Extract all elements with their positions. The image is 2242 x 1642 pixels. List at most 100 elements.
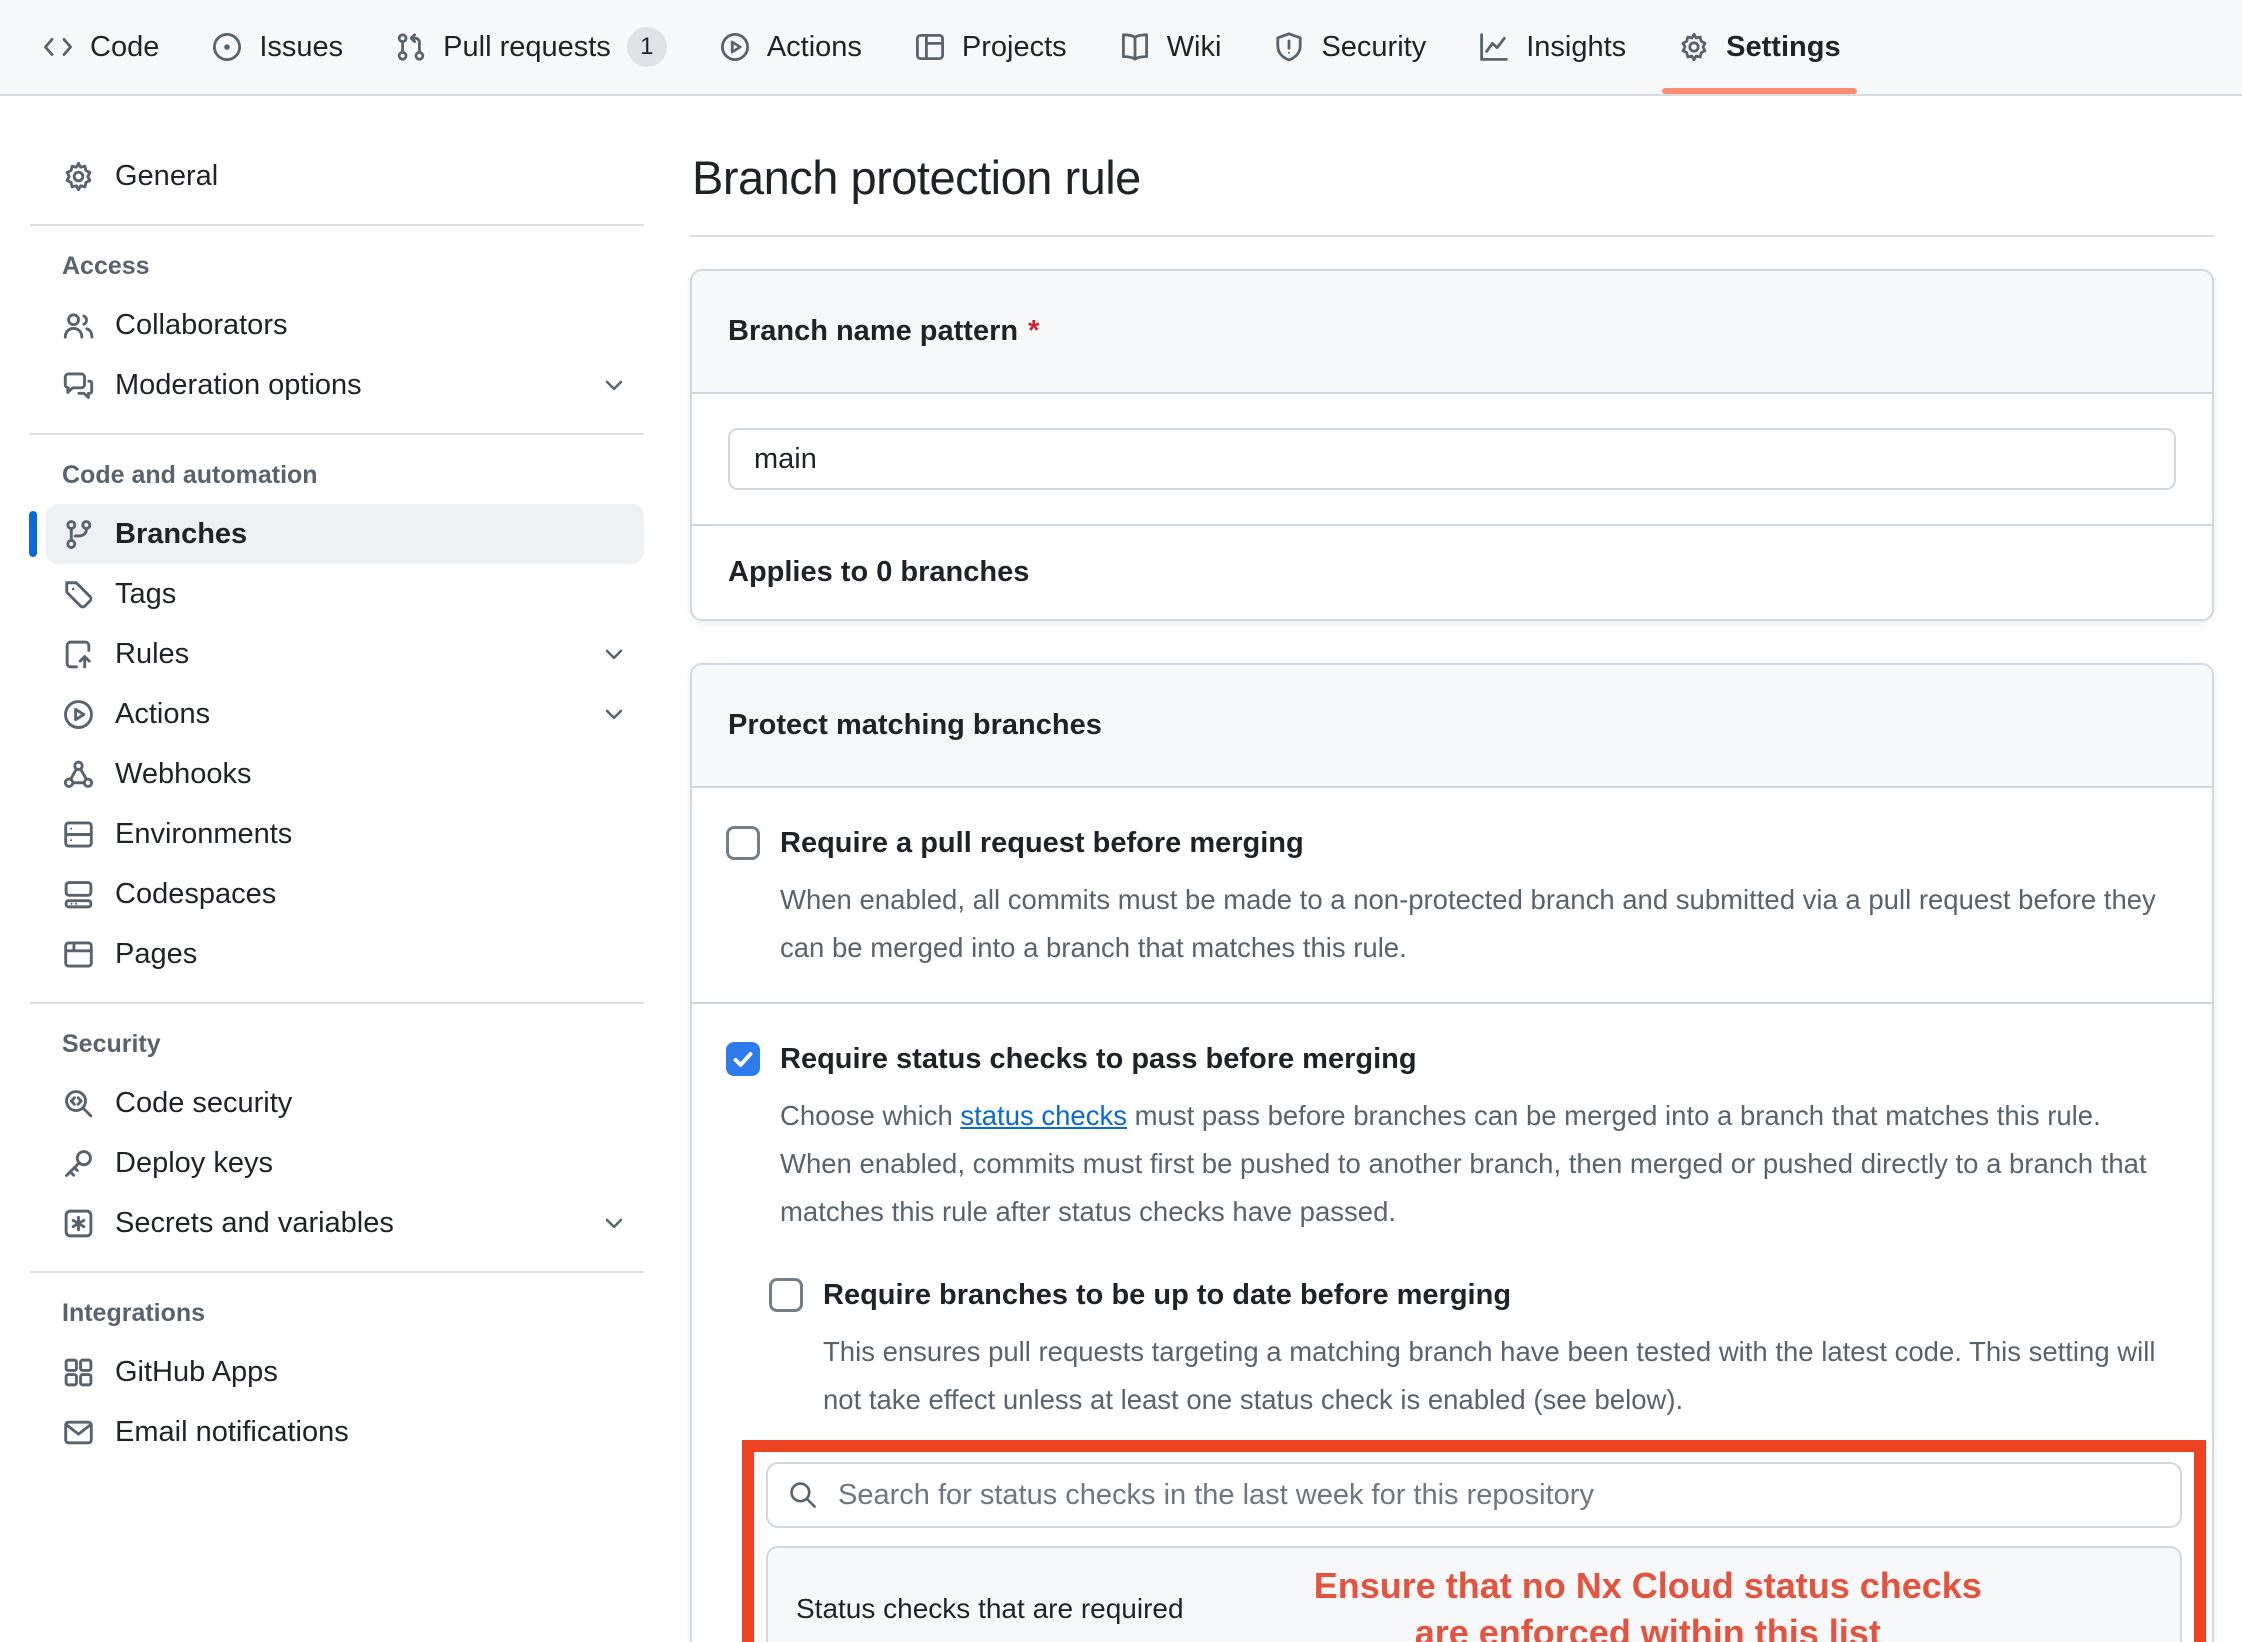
sidebar-section-security: Security bbox=[62, 1030, 644, 1059]
rule-require-status-checks: Require status checks to pass before mer… bbox=[692, 1004, 2212, 1642]
tab-label: Pull requests bbox=[443, 31, 611, 64]
tab-label: Security bbox=[1321, 31, 1426, 64]
sidebar-item-label: Branches bbox=[115, 518, 247, 551]
people-icon bbox=[62, 309, 95, 342]
tab-pull-requests[interactable]: Pull requests 1 bbox=[369, 0, 693, 94]
gear-icon bbox=[1678, 31, 1710, 63]
chevron-down-icon bbox=[600, 1209, 628, 1237]
sidebar-item-label: Secrets and variables bbox=[115, 1207, 394, 1240]
graph-icon bbox=[1478, 31, 1510, 63]
key-icon bbox=[62, 1147, 95, 1180]
sidebar-item-deploy-keys[interactable]: Deploy keys bbox=[46, 1133, 644, 1193]
divider bbox=[690, 235, 2214, 237]
sidebar-item-environments[interactable]: Environments bbox=[46, 804, 644, 864]
settings-sidebar: General Access Collaborators Moderation … bbox=[0, 96, 658, 1642]
branch-name-pattern-card: Branch name pattern* Applies to 0 branch… bbox=[690, 269, 2214, 621]
tab-settings[interactable]: Settings bbox=[1652, 0, 1866, 94]
tab-actions[interactable]: Actions bbox=[693, 0, 888, 94]
status-check-search-input[interactable] bbox=[836, 1478, 2160, 1513]
sidebar-item-label: Pages bbox=[115, 938, 197, 971]
sidebar-item-actions[interactable]: Actions bbox=[46, 684, 644, 744]
description-text: Choose which bbox=[780, 1100, 960, 1131]
branch-name-pattern-label: Branch name pattern bbox=[728, 315, 1018, 347]
sidebar-item-label: Tags bbox=[115, 578, 176, 611]
sidebar-item-branches[interactable]: Branches bbox=[46, 504, 644, 564]
shield-icon bbox=[1273, 31, 1305, 63]
tab-label: Issues bbox=[259, 31, 343, 64]
tab-code[interactable]: Code bbox=[16, 0, 185, 94]
repo-tab-bar: Code Issues Pull requests 1 Actions Pr bbox=[0, 0, 2242, 96]
sidebar-item-label: Moderation options bbox=[115, 369, 362, 402]
status-check-search[interactable] bbox=[766, 1462, 2182, 1528]
sidebar-item-general[interactable]: General bbox=[46, 146, 644, 206]
sidebar-item-tags[interactable]: Tags bbox=[46, 564, 644, 624]
webhook-icon bbox=[62, 758, 95, 791]
sidebar-item-code-security[interactable]: Code security bbox=[46, 1073, 644, 1133]
sidebar-item-webhooks[interactable]: Webhooks bbox=[46, 744, 644, 804]
pull-requests-count-badge: 1 bbox=[627, 27, 667, 67]
divider bbox=[30, 1002, 644, 1004]
comment-discussion-icon bbox=[62, 369, 95, 402]
protect-matching-branches-card: Protect matching branches Require a pull… bbox=[690, 663, 2214, 1642]
require-status-checks-checkbox[interactable] bbox=[726, 1042, 760, 1076]
require-up-to-date-checkbox[interactable] bbox=[769, 1278, 803, 1312]
tab-projects[interactable]: Projects bbox=[888, 0, 1093, 94]
tab-wiki[interactable]: Wiki bbox=[1093, 0, 1248, 94]
annotation-line-1: Ensure that no Nx Cloud status checks bbox=[1314, 1565, 1982, 1606]
code-icon bbox=[42, 31, 74, 63]
sidebar-item-email-notifications[interactable]: Email notifications bbox=[46, 1402, 644, 1462]
browser-icon bbox=[62, 938, 95, 971]
tab-label: Insights bbox=[1526, 31, 1626, 64]
tab-label: Wiki bbox=[1167, 31, 1222, 64]
rule-description: Choose which status checks must pass bef… bbox=[780, 1092, 2178, 1236]
sidebar-item-moderation-options[interactable]: Moderation options bbox=[46, 355, 644, 415]
sidebar-item-label: General bbox=[115, 160, 218, 193]
tab-issues[interactable]: Issues bbox=[185, 0, 369, 94]
tab-label: Actions bbox=[767, 31, 862, 64]
tab-label: Projects bbox=[962, 31, 1067, 64]
table-icon bbox=[914, 31, 946, 63]
annotation-line-2: are enforced within this list bbox=[1415, 1612, 1881, 1642]
rule-description: This ensures pull requests targeting a m… bbox=[823, 1328, 2178, 1424]
sidebar-item-github-apps[interactable]: GitHub Apps bbox=[46, 1342, 644, 1402]
sidebar-item-label: Environments bbox=[115, 818, 292, 851]
code-security-icon bbox=[62, 1087, 95, 1120]
annotation-text: Ensure that no Nx Cloud status checks ar… bbox=[1184, 1562, 2152, 1642]
branch-name-pattern-input[interactable] bbox=[728, 428, 2176, 490]
book-icon bbox=[1119, 31, 1151, 63]
rules-icon bbox=[62, 638, 95, 671]
chevron-down-icon bbox=[600, 371, 628, 399]
rule-title: Require a pull request before merging bbox=[780, 824, 2178, 862]
sidebar-item-label: Webhooks bbox=[115, 758, 252, 791]
git-branch-icon bbox=[62, 518, 95, 551]
sidebar-section-access: Access bbox=[62, 252, 644, 281]
server-icon bbox=[62, 818, 95, 851]
git-pull-request-icon bbox=[395, 31, 427, 63]
sidebar-item-label: GitHub Apps bbox=[115, 1356, 278, 1389]
tab-insights[interactable]: Insights bbox=[1452, 0, 1652, 94]
tab-security[interactable]: Security bbox=[1247, 0, 1452, 94]
tab-label: Settings bbox=[1726, 31, 1840, 64]
require-pull-request-checkbox[interactable] bbox=[726, 826, 760, 860]
annotation-highlight-box: Status checks that are required Ensure t… bbox=[742, 1440, 2206, 1642]
divider bbox=[30, 224, 644, 226]
sidebar-item-label: Collaborators bbox=[115, 309, 287, 342]
sidebar-item-label: Rules bbox=[115, 638, 189, 671]
sidebar-item-rules[interactable]: Rules bbox=[46, 624, 644, 684]
sidebar-item-codespaces[interactable]: Codespaces bbox=[46, 864, 644, 924]
asterisk-box-icon bbox=[62, 1207, 95, 1240]
divider bbox=[30, 433, 644, 435]
status-checks-link[interactable]: status checks bbox=[960, 1100, 1127, 1131]
required-status-checks-list: Status checks that are required Ensure t… bbox=[766, 1546, 2182, 1642]
sidebar-item-label: Codespaces bbox=[115, 878, 276, 911]
sidebar-item-collaborators[interactable]: Collaborators bbox=[46, 295, 644, 355]
rule-title: Require status checks to pass before mer… bbox=[780, 1040, 2178, 1078]
play-icon bbox=[719, 31, 751, 63]
sidebar-item-pages[interactable]: Pages bbox=[46, 924, 644, 984]
protect-matching-branches-header: Protect matching branches bbox=[692, 665, 2212, 788]
sidebar-item-secrets-variables[interactable]: Secrets and variables bbox=[46, 1193, 644, 1253]
apps-grid-icon bbox=[62, 1356, 95, 1389]
chevron-down-icon bbox=[600, 700, 628, 728]
page-title: Branch protection rule bbox=[692, 150, 2214, 205]
status-checks-list-header: Status checks that are required bbox=[796, 1593, 1184, 1625]
